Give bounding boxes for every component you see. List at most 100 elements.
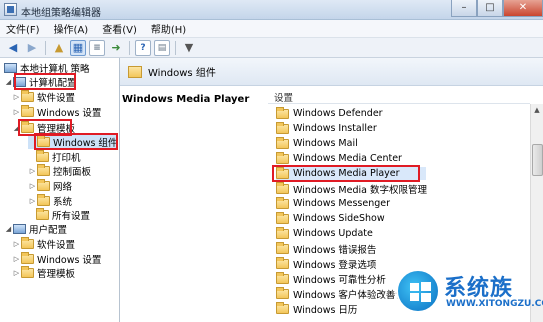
window-title: 本地组策略编辑器 bbox=[21, 8, 101, 19]
folder-icon bbox=[276, 151, 289, 164]
menu-help[interactable]: 帮助(H) bbox=[151, 21, 186, 36]
folder-icon bbox=[128, 65, 142, 78]
tree-item-user-admin-templates[interactable]: ▷ 管理模板 bbox=[12, 266, 75, 280]
tree-label: Windows 设置 bbox=[37, 108, 102, 119]
folder-icon bbox=[276, 196, 289, 209]
folder-icon bbox=[21, 105, 34, 117]
expand-arrow-icon[interactable]: ▷ bbox=[12, 93, 21, 101]
folder-icon bbox=[276, 226, 289, 239]
tree-item-windows-settings[interactable]: ▷ Windows 设置 bbox=[12, 105, 101, 119]
list-item[interactable]: Windows Installer bbox=[276, 121, 377, 135]
forward-arrow-icon[interactable]: ▶ bbox=[24, 40, 40, 56]
properties-icon[interactable]: ▤ bbox=[154, 39, 170, 56]
expand-arrow-icon[interactable]: ▷ bbox=[12, 108, 21, 116]
folder-icon bbox=[276, 181, 289, 194]
tree-label: 控制面板 bbox=[53, 167, 92, 178]
back-arrow-icon[interactable]: ◀ bbox=[5, 40, 21, 56]
policy-icon bbox=[4, 63, 17, 73]
highlight-box-computer-config bbox=[14, 73, 76, 90]
tree-label: 软件设置 bbox=[37, 240, 76, 251]
list-item[interactable]: Windows Media 数字权限管理 bbox=[276, 181, 427, 196]
tree-pane: 本地计算机 策略 ◢ 计算机配置 ▷ 软件设置 ▷ Windows 设置 ◢ 管… bbox=[0, 58, 120, 322]
list-item-label: Windows 可靠性分析 bbox=[293, 274, 386, 286]
list-item-label: Windows 日历 bbox=[293, 304, 358, 316]
folder-icon bbox=[36, 150, 49, 162]
show-hide-tree-icon[interactable]: ▦ bbox=[70, 39, 86, 56]
list-item-label: Windows Media Center bbox=[293, 153, 402, 164]
tree-item-printers[interactable]: 打印机 bbox=[36, 150, 81, 164]
expand-arrow-icon[interactable]: ▷ bbox=[28, 167, 37, 175]
list-item[interactable]: Windows 日历 bbox=[276, 301, 358, 316]
user-icon bbox=[13, 224, 26, 234]
export-list-icon[interactable]: ≡ bbox=[89, 39, 105, 56]
list-item[interactable]: Windows 登录选项 bbox=[276, 256, 377, 271]
tree-item-user-software-settings[interactable]: ▷ 软件设置 bbox=[12, 237, 75, 251]
title-bar: 本地组策略编辑器 – □ ✕ bbox=[0, 0, 543, 20]
list-item[interactable]: Windows Media Center bbox=[276, 151, 402, 165]
close-button[interactable]: ✕ bbox=[503, 0, 543, 17]
tree-item-user-config[interactable]: ◢ 用户配置 bbox=[4, 222, 67, 236]
window-controls: – □ ✕ bbox=[451, 0, 543, 18]
tree-label: Windows 设置 bbox=[37, 255, 102, 266]
list-item-label: Windows 登录选项 bbox=[293, 259, 377, 271]
details-header-title: Windows 组件 bbox=[148, 68, 216, 79]
list-item[interactable]: Windows Defender bbox=[276, 106, 383, 120]
folder-icon bbox=[21, 252, 34, 264]
list-item[interactable]: Windows Update bbox=[276, 226, 373, 240]
toolbar-divider bbox=[45, 40, 46, 55]
tree-label: 打印机 bbox=[52, 153, 81, 164]
maximize-button[interactable]: □ bbox=[477, 0, 503, 17]
folder-icon bbox=[276, 286, 289, 299]
tree-item-software-settings[interactable]: ▷ 软件设置 bbox=[12, 90, 75, 104]
toolbar-divider bbox=[129, 40, 130, 55]
tree-item-all-settings[interactable]: 所有设置 bbox=[36, 208, 90, 222]
expand-arrow-icon[interactable]: ▷ bbox=[28, 182, 37, 190]
tree-item-control-panel[interactable]: ▷ 控制面板 bbox=[28, 164, 91, 178]
tree-item-user-windows-settings[interactable]: ▷ Windows 设置 bbox=[12, 252, 101, 266]
list-item[interactable]: Windows 错误报告 bbox=[276, 241, 376, 256]
scroll-up-icon[interactable]: ▲ bbox=[531, 104, 543, 116]
folder-icon bbox=[37, 194, 50, 206]
list-item[interactable]: Windows SideShow bbox=[276, 211, 385, 225]
folder-icon bbox=[276, 241, 289, 254]
tree-label: 所有设置 bbox=[52, 211, 91, 222]
expand-arrow-icon[interactable]: ▷ bbox=[12, 269, 21, 277]
scrollbar-thumb[interactable] bbox=[532, 144, 543, 176]
menu-view[interactable]: 查看(V) bbox=[102, 21, 137, 36]
collapse-arrow-icon[interactable]: ◢ bbox=[4, 225, 13, 233]
menu-file[interactable]: 文件(F) bbox=[6, 21, 40, 36]
tree-item-system[interactable]: ▷ 系统 bbox=[28, 194, 72, 208]
tree-label: 管理模板 bbox=[37, 269, 76, 280]
collapse-arrow-icon[interactable]: ◢ bbox=[4, 78, 13, 86]
tree-label: 网络 bbox=[53, 182, 73, 193]
expand-arrow-icon[interactable]: ▷ bbox=[12, 255, 21, 263]
up-folder-icon[interactable]: ▲ bbox=[51, 40, 67, 56]
menu-action[interactable]: 操作(A) bbox=[54, 21, 89, 36]
folder-icon bbox=[276, 106, 289, 119]
expand-arrow-icon[interactable]: ▷ bbox=[28, 197, 37, 205]
selected-item-title: Windows Media Player bbox=[122, 94, 250, 105]
list-item[interactable]: Windows Messenger bbox=[276, 196, 391, 210]
help-icon[interactable]: ? bbox=[135, 39, 151, 56]
filter-icon[interactable]: ▼ bbox=[181, 40, 197, 56]
list-item-label: Windows Mail bbox=[293, 138, 358, 149]
toolbar: ◀ ▶ ▲ ▦ ≡ ➜ ? ▤ ▼ bbox=[0, 38, 543, 58]
folder-icon bbox=[276, 121, 289, 134]
list-item-label: Windows Messenger bbox=[293, 198, 391, 209]
toolbar-divider bbox=[175, 40, 176, 55]
expand-arrow-icon[interactable]: ▷ bbox=[12, 240, 21, 248]
list-item[interactable]: Windows 可靠性分析 bbox=[276, 271, 386, 286]
folder-icon bbox=[276, 301, 289, 314]
folder-icon bbox=[21, 90, 34, 102]
list-item[interactable]: Windows 客户体验改善计划 bbox=[276, 286, 414, 301]
list-item[interactable]: Windows Mail bbox=[276, 136, 358, 150]
column-header-settings[interactable]: 设置 bbox=[268, 90, 530, 104]
tree-item-network[interactable]: ▷ 网络 bbox=[28, 179, 72, 193]
app-icon bbox=[4, 3, 17, 16]
tree-label: 软件设置 bbox=[37, 93, 76, 104]
tree-label: 系统 bbox=[53, 197, 73, 208]
up-list-icon[interactable]: ➜ bbox=[108, 40, 124, 56]
list-item-label: Windows Update bbox=[293, 228, 373, 239]
minimize-button[interactable]: – bbox=[451, 0, 477, 17]
details-header: Windows 组件 bbox=[120, 58, 543, 86]
